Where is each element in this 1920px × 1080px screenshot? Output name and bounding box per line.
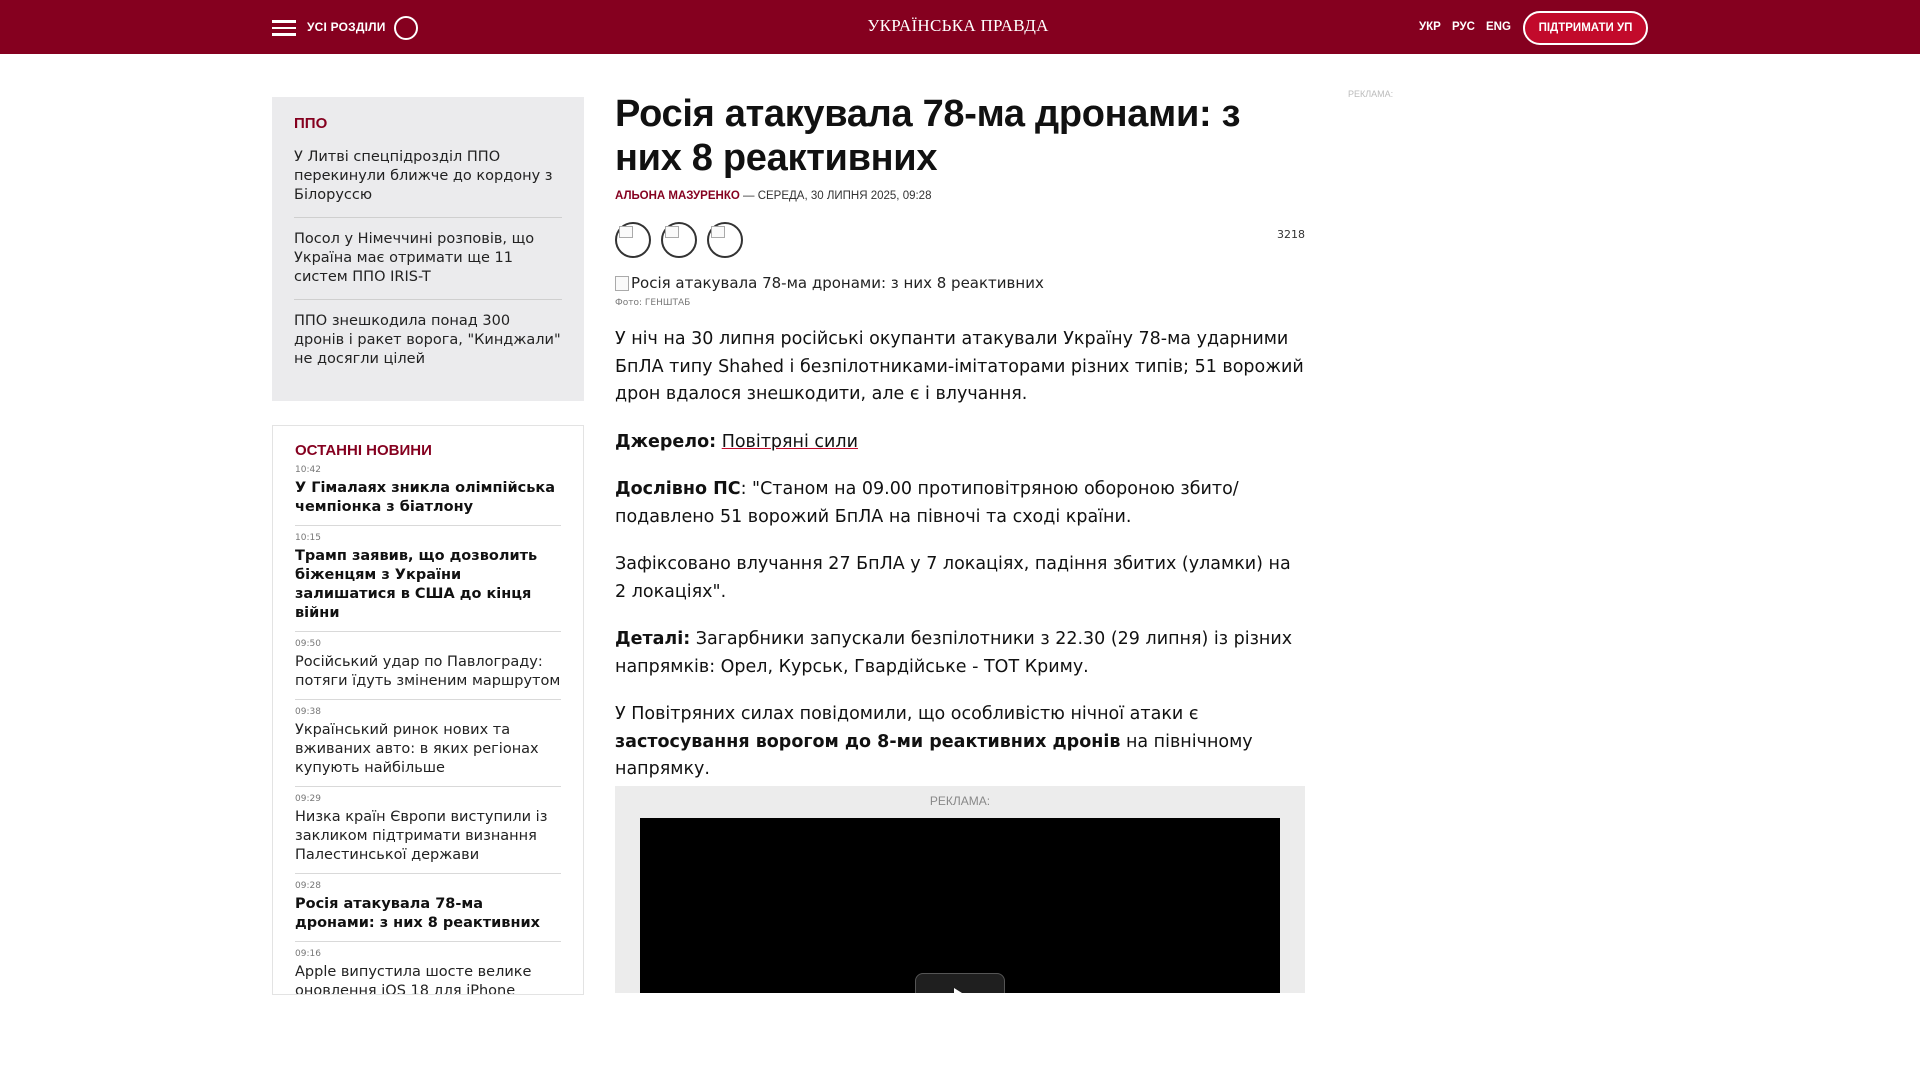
article-details: Деталі: Загарбники запускали безпілотник… [615, 626, 1305, 681]
paragraph-text: У Повітряних силах повідомили, що особли… [615, 704, 1199, 724]
details-text: Загарбники запускали безпілотники з 22.3… [615, 629, 1293, 677]
author-link[interactable]: АЛЬОНА МАЗУРЕНКО [615, 190, 740, 202]
news-headline[interactable]: Український ринок нових та вживаних авто… [295, 721, 561, 778]
ppo-topic-box: ППО У Литві спецпідрозділ ППО перекинули… [272, 97, 584, 401]
article-byline: АЛЬОНА МАЗУРЕНКО — СЕРЕДА, 30 ЛИПНЯ 2025… [615, 190, 1305, 202]
news-headline[interactable]: Росія атакувала 78-ма дронами: з них 8 р… [295, 895, 561, 933]
article-source: Джерело: Повітряні сили [615, 429, 1305, 457]
news-headline[interactable]: Трамп заявив, що дозволить біженцям з Ук… [295, 547, 561, 623]
latest-news-item[interactable]: 09:29 Низка країн Європи виступили із за… [295, 794, 561, 874]
latest-news-item[interactable]: 09:50 Російський удар по Павлограду: пот… [295, 639, 561, 700]
top-navigation-bar: УСІ РОЗДІЛИ УКРАЇНСЬКА ПРАВДА УКР РУС EN… [0, 0, 1920, 54]
share-twitter-icon[interactable] [661, 222, 697, 258]
ppo-news-item[interactable]: ППО знешкодила понад 300 дронів і ракет … [294, 312, 562, 381]
share-row: 3218 [615, 222, 1305, 262]
latest-news-item[interactable]: 09:38 Український ринок нових та вживани… [295, 707, 561, 787]
quote-label: Дослівно ПС [615, 479, 741, 499]
right-ad-label: РЕКЛАМА: [1348, 89, 1394, 99]
news-time: 09:50 [295, 639, 321, 649]
article-ad-block: РЕКЛАМА: [615, 786, 1305, 993]
site-logo[interactable]: УКРАЇНСЬКА ПРАВДА [838, 16, 1078, 36]
photo-alt-text: Росія атакувала 78-ма дронами: з них 8 р… [631, 274, 1044, 292]
photo-caption: Фото: ГЕНШТАБ [615, 298, 691, 308]
news-time: 09:28 [295, 881, 321, 891]
language-ukr-link[interactable]: УКР [1419, 21, 1441, 33]
language-eng-link[interactable]: ENG [1486, 21, 1511, 33]
latest-news-title[interactable]: ОСТАННІ НОВИНИ [295, 442, 561, 459]
byline-separator: — [739, 190, 758, 202]
news-headline[interactable]: Низка країн Європи виступили із закликом… [295, 808, 561, 865]
article-paragraph: У Повітряних силах повідомили, що особли… [615, 701, 1305, 784]
latest-news-box: ОСТАННІ НОВИНИ 10:42 У Гімалаях зникла о… [272, 425, 584, 995]
source-link[interactable]: Повітряні сили [722, 432, 858, 452]
news-time: 09:38 [295, 707, 321, 717]
news-time: 09:29 [295, 794, 321, 804]
latest-news-item[interactable]: 09:16 Apple випустила шосте велике оновл… [295, 949, 561, 994]
search-icon[interactable] [394, 16, 418, 40]
article: Росія атакувала 78-ма дронами: з них 8 р… [615, 92, 1305, 784]
views-count: 3218 [1277, 228, 1305, 241]
source-label: Джерело: [615, 431, 717, 452]
article-photo: Росія атакувала 78-ма дронами: з них 8 р… [615, 274, 1305, 292]
article-quote: Дослівно ПС: "Станом на 09.00 протиповіт… [615, 476, 1305, 531]
article-headline: Росія атакувала 78-ма дронами: з них 8 р… [615, 93, 1241, 179]
latest-news-item[interactable]: 09:28 Росія атакувала 78-ма дронами: з н… [295, 881, 561, 942]
details-label: Деталі: [615, 629, 691, 649]
article-date: СЕРЕДА, 30 ЛИПНЯ 2025, 09:28 [757, 190, 932, 202]
share-facebook-icon[interactable] [615, 222, 651, 258]
ppo-topic-title[interactable]: ППО [294, 115, 562, 132]
ppo-news-item[interactable]: У Литві спецпідрозділ ППО перекинули бли… [294, 148, 562, 218]
news-headline[interactable]: У Гімалаях зникла олімпійська чемпіонка … [295, 479, 561, 517]
article-paragraph: Зафіксовано влучання 27 БпЛА у 7 локація… [615, 554, 1291, 602]
broken-image-icon [615, 275, 629, 291]
latest-news-item[interactable]: 10:42 У Гімалаях зникла олімпійська чемп… [295, 465, 561, 526]
latest-news-item[interactable]: 10:15 Трамп заявив, що дозволить біженця… [295, 533, 561, 632]
ppo-news-item[interactable]: Посол у Німеччині розповів, що Україна м… [294, 230, 562, 300]
news-time: 09:16 [295, 949, 321, 959]
article-paragraph: У ніч на 30 липня російські окупанти ата… [615, 329, 1304, 404]
share-telegram-icon[interactable] [707, 222, 743, 258]
paragraph-bold-text: застосування ворогом до 8-ми реактивних … [615, 731, 1121, 752]
hamburger-menu-icon[interactable] [272, 20, 296, 36]
news-time: 10:42 [295, 465, 321, 475]
ad-video-player[interactable] [640, 818, 1280, 993]
play-icon[interactable] [915, 973, 1005, 993]
all-sections-link[interactable]: УСІ РОЗДІЛИ [307, 20, 386, 34]
ad-label: РЕКЛАМА: [929, 794, 991, 808]
news-headline[interactable]: Apple випустила шосте велике оновлення i… [295, 963, 561, 994]
news-headline[interactable]: Російський удар по Павлограду: потяги їд… [295, 653, 561, 691]
language-rus-link[interactable]: РУС [1452, 21, 1475, 33]
support-button[interactable]: ПІДТРИМАТИ УП [1523, 11, 1648, 45]
news-time: 10:15 [295, 533, 321, 543]
